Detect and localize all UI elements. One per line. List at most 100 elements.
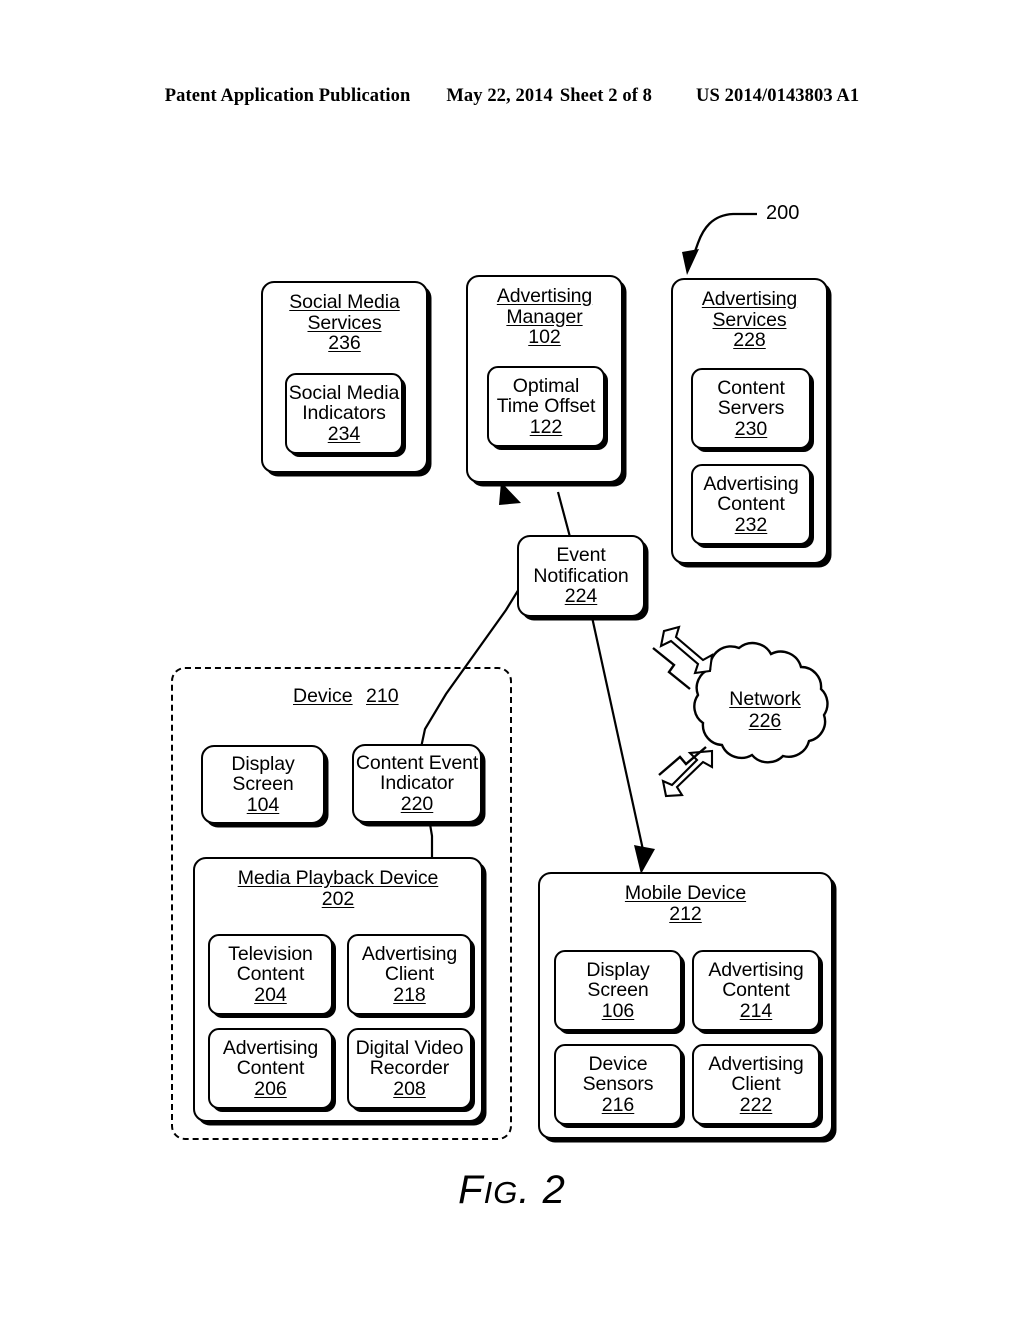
figure-caption-number: . 2 xyxy=(518,1168,566,1212)
mobile-device-head: Mobile Device 212 xyxy=(540,874,831,925)
network-cloud-label: Network 226 xyxy=(706,688,824,732)
advertising-content-214-number: 214 xyxy=(739,999,773,1022)
mobile-device-title: Mobile Device xyxy=(624,882,747,904)
node-media-playback-device[interactable]: Media Playback Device 202 Television Con… xyxy=(193,857,483,1122)
display-screen-106-number: 106 xyxy=(601,999,635,1022)
device-sensors-title-line1: Device xyxy=(588,1052,648,1075)
node-advertising-client-218[interactable]: Advertising Client 218 xyxy=(347,934,472,1015)
advertising-client-222-number: 222 xyxy=(739,1093,773,1116)
advertising-content-214-title-line1: Advertising xyxy=(708,958,804,981)
digital-video-recorder-number: 208 xyxy=(393,1077,426,1100)
advertising-client-222-title-line2: Client xyxy=(731,1073,781,1095)
callout-200-arrowhead xyxy=(682,249,699,275)
node-social-media-indicators[interactable]: Social Media Indicators 234 xyxy=(285,373,403,454)
network-number: 226 xyxy=(748,710,782,732)
device-sensors-title-line2: Sensors xyxy=(582,1073,654,1095)
content-servers-title-line1: Content xyxy=(717,376,785,399)
social-media-services-title-line1: Social Media xyxy=(289,291,400,313)
node-advertising-content-214[interactable]: Advertising Content 214 xyxy=(692,950,820,1031)
advertising-content-206-title-line2: Content xyxy=(236,1057,305,1079)
event-notification-number: 224 xyxy=(564,585,598,607)
advertising-content-232-number: 232 xyxy=(734,513,768,536)
node-television-content[interactable]: Television Content 204 xyxy=(208,934,333,1015)
figure-caption-f: F xyxy=(458,1168,484,1212)
optimal-time-offset-title-line2: Time Offset xyxy=(496,395,596,417)
television-content-title-line2: Content xyxy=(236,963,305,985)
display-screen-106-title-line1: Display xyxy=(586,958,650,981)
connector-event-notification-to-mobile-device xyxy=(590,616,647,860)
node-device-sensors[interactable]: Device Sensors 216 xyxy=(554,1044,682,1125)
media-playback-device-title: Media Playback Device xyxy=(237,867,439,889)
advertising-services-title-line1: Advertising xyxy=(701,288,798,310)
display-screen-104-title-line2: Screen xyxy=(232,773,294,795)
television-content-title-line1: Television xyxy=(228,942,313,965)
media-playback-device-head: Media Playback Device 202 xyxy=(195,859,481,910)
connector-event-notification-to-manager xyxy=(556,491,572,538)
social-media-services-title-line2: Services xyxy=(307,311,382,334)
figure-caption-ig: IG xyxy=(483,1175,519,1210)
advertising-content-206-title-line1: Advertising xyxy=(222,1036,319,1059)
node-event-notification[interactable]: Event Notification 224 xyxy=(517,535,645,617)
arrowhead-into-advertising-manager xyxy=(499,482,521,505)
node-mobile-device[interactable]: Mobile Device 212 Display Screen 106 Adv… xyxy=(538,872,833,1139)
social-media-indicators-title-line2: Indicators xyxy=(302,402,386,424)
node-optimal-time-offset[interactable]: Optimal Time Offset 122 xyxy=(487,366,605,447)
network-lightning-upper xyxy=(652,647,691,690)
figure-reference-200: 200 xyxy=(766,202,800,224)
social-media-services-number: 236 xyxy=(328,332,361,354)
social-media-services-head: Social Media Services 236 xyxy=(263,283,426,354)
node-display-screen-106[interactable]: Display Screen 106 xyxy=(554,950,682,1031)
event-notification-title-line1: Event xyxy=(556,544,606,566)
advertising-client-218-number: 218 xyxy=(393,983,426,1006)
advertising-services-title-line2: Services xyxy=(712,308,787,331)
advertising-manager-head: Advertising Manager 102 xyxy=(468,277,621,348)
optimal-time-offset-number: 122 xyxy=(529,415,563,438)
optimal-time-offset-title-line1: Optimal xyxy=(512,374,580,397)
arrowhead-into-mobile-device xyxy=(634,845,655,874)
advertising-client-218-title-line1: Advertising xyxy=(361,942,458,965)
node-advertising-services[interactable]: Advertising Services 228 Content Servers… xyxy=(671,278,828,564)
network-link-arrow-lower xyxy=(661,749,714,798)
node-advertising-content-232[interactable]: Advertising Content 232 xyxy=(691,464,811,545)
display-screen-104-title-line1: Display xyxy=(231,752,295,775)
digital-video-recorder-title-line1: Digital Video xyxy=(355,1036,464,1059)
digital-video-recorder-title-line2: Recorder xyxy=(369,1057,450,1079)
device-label-number: 210 xyxy=(366,685,399,707)
advertising-content-232-title-line2: Content xyxy=(717,493,785,515)
node-content-event-indicator[interactable]: Content Event Indicator 220 xyxy=(352,744,482,823)
content-servers-number: 230 xyxy=(734,417,768,440)
device-region-label: Device 210 xyxy=(293,686,399,707)
node-display-screen-104[interactable]: Display Screen 104 xyxy=(201,745,325,824)
node-advertising-manager[interactable]: Advertising Manager 102 Optimal Time Off… xyxy=(466,275,623,483)
content-event-indicator-number: 220 xyxy=(400,792,434,815)
content-servers-title-line2: Servers xyxy=(717,397,785,419)
node-advertising-content-206[interactable]: Advertising Content 206 xyxy=(208,1028,333,1109)
node-content-servers[interactable]: Content Servers 230 xyxy=(691,368,811,449)
device-label-text: Device xyxy=(293,685,353,707)
callout-200-leader xyxy=(691,212,757,258)
display-screen-106-title-line2: Screen xyxy=(587,979,649,1001)
television-content-number: 204 xyxy=(254,983,287,1006)
event-notification-title-line2: Notification xyxy=(533,564,629,587)
display-screen-104-number: 104 xyxy=(246,793,280,816)
figure-2-diagram: 200 Social Media Services 236 Social Med… xyxy=(0,0,1024,1320)
advertising-services-head: Advertising Services 228 xyxy=(673,280,826,351)
advertising-client-222-title-line1: Advertising xyxy=(708,1052,804,1075)
advertising-manager-number: 102 xyxy=(528,326,561,348)
device-sensors-number: 216 xyxy=(601,1093,635,1116)
advertising-client-218-title-line2: Client xyxy=(384,963,435,985)
advertising-manager-title-line1: Advertising xyxy=(496,285,593,307)
node-social-media-services[interactable]: Social Media Services 236 Social Media I… xyxy=(261,281,428,473)
advertising-content-214-title-line2: Content xyxy=(722,979,790,1001)
social-media-indicators-title-line1: Social Media xyxy=(288,381,400,404)
node-digital-video-recorder[interactable]: Digital Video Recorder 208 xyxy=(347,1028,472,1109)
mobile-device-number: 212 xyxy=(669,902,702,925)
media-playback-device-number: 202 xyxy=(321,887,355,910)
advertising-services-number: 228 xyxy=(733,329,766,351)
social-media-indicators-number: 234 xyxy=(327,422,361,445)
advertising-content-206-number: 206 xyxy=(254,1077,287,1100)
advertising-manager-title-line2: Manager xyxy=(506,305,583,328)
node-advertising-client-222[interactable]: Advertising Client 222 xyxy=(692,1044,820,1125)
network-title: Network xyxy=(729,688,801,710)
advertising-content-232-title-line1: Advertising xyxy=(703,472,799,495)
